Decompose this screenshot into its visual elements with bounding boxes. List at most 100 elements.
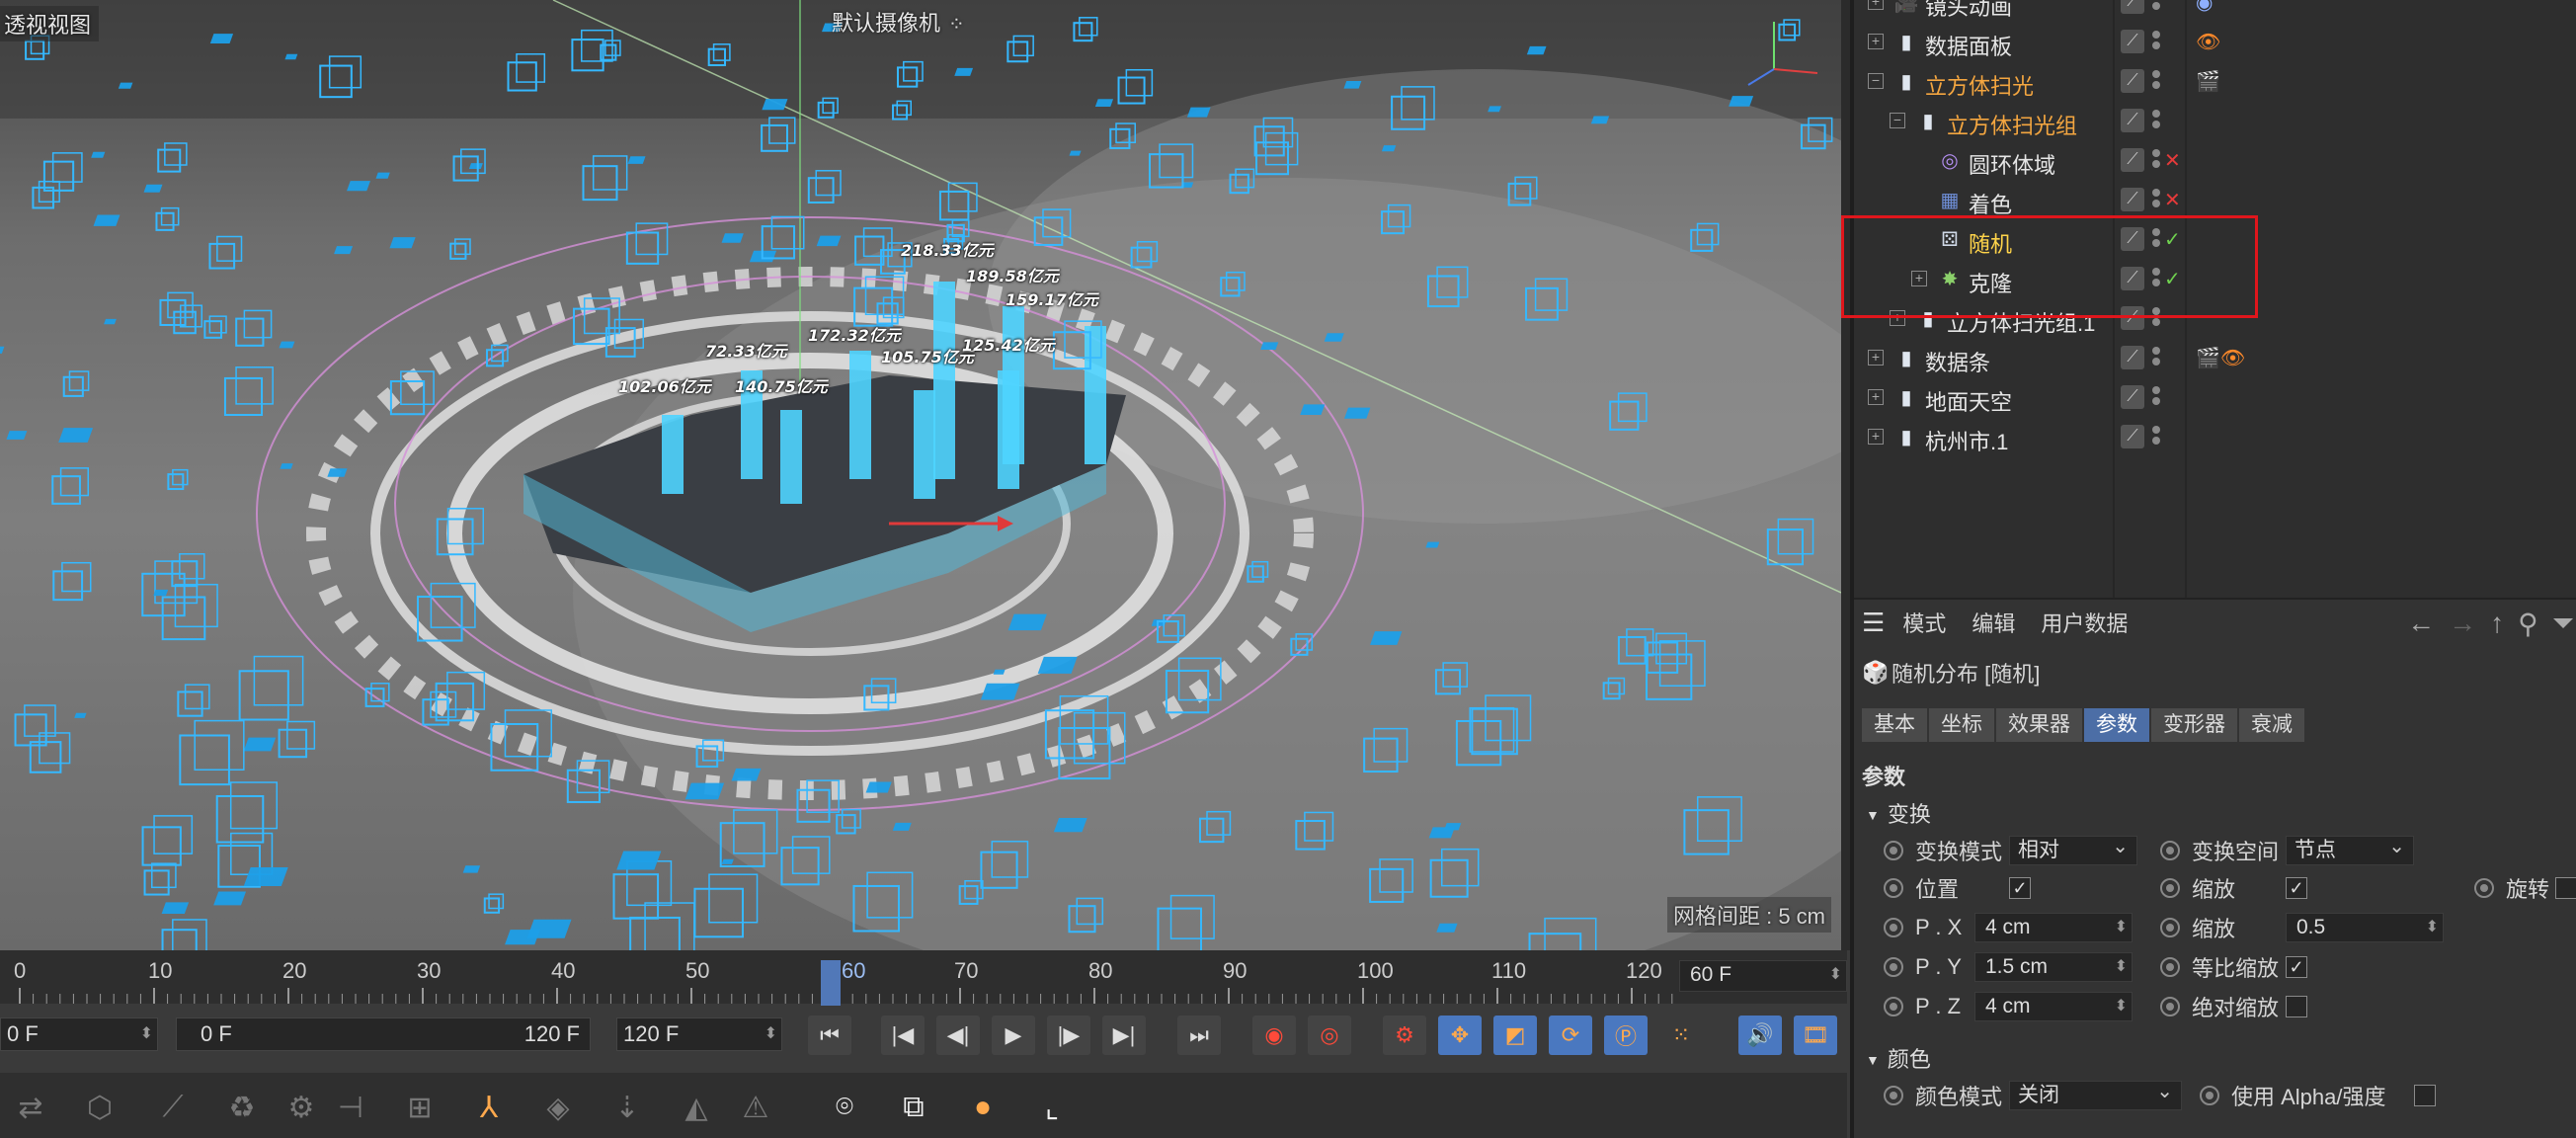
animate-radio-icon[interactable] [1884,918,1903,937]
tree-item-label[interactable]: 随机 [1969,227,2012,259]
camera-dots-icon[interactable]: ⁘ [948,12,965,37]
visibility-dots-icon[interactable] [2152,225,2162,253]
edit-toggle-icon[interactable]: ⟋ [2121,69,2144,93]
tree-row-4[interactable]: ◎ 圆环体域 ⟋ ✕ [1854,140,2576,180]
visibility-dots-icon[interactable] [2152,383,2162,411]
sound-icon[interactable]: 🔊 [1738,1016,1782,1055]
menu-mode[interactable]: 模式 [1902,607,1946,638]
play-icon[interactable]: ▶ [992,1016,1035,1055]
eye-icon[interactable]: 👁 [2196,29,2220,54]
triangles-icon[interactable]: ◭ [672,1083,721,1132]
next-frame-icon[interactable]: |▶ [1047,1016,1090,1055]
back-arrow-icon[interactable]: ← [2407,608,2435,640]
animate-radio-icon[interactable] [2200,1086,2219,1105]
animate-radio-icon[interactable] [2160,878,2180,898]
check-icon[interactable]: ✓ [2164,266,2181,291]
animate-radio-icon[interactable] [2160,841,2180,860]
parameter-key-icon[interactable]: Ⓟ [1604,1016,1648,1055]
gear-icon[interactable]: ⚙ [277,1083,326,1132]
transform-mode-select[interactable]: 相对 [2009,833,2137,865]
next-key-icon[interactable]: ▶| [1102,1016,1146,1055]
filter-icon[interactable]: ⏷ [2552,608,2574,640]
current-frame-field[interactable]: 60 F [1679,960,1847,992]
tree-row-3[interactable]: − ▮ 立方体扫光组 ⟋ [1854,101,2576,140]
animate-radio-icon[interactable] [1884,1086,1903,1105]
check-icon[interactable]: ✓ [2164,226,2181,252]
tree-row-1[interactable]: + ▮ 数据面板 ⟋ 👁 [1854,22,2576,61]
viewport-title[interactable]: 透视视图 [0,6,100,41]
visibility-dots-icon[interactable] [2152,28,2162,55]
knife-icon[interactable]: ⟋ [148,1083,198,1132]
animate-radio-icon[interactable] [2160,918,2180,937]
expand-toggle-icon[interactable]: + [1868,350,1884,366]
tab-falloff[interactable]: 衰减 [2239,708,2304,742]
expand-toggle-icon[interactable]: − [1868,73,1884,89]
uniform-scale-checkbox[interactable]: ✓ [2286,956,2307,978]
tree-item-label[interactable]: 杭州市.1 [1925,425,2008,456]
edit-toggle-icon[interactable]: ⟋ [2121,306,2144,330]
edit-toggle-icon[interactable]: ⟋ [2121,346,2144,369]
tab-coordinates[interactable]: 坐标 [1929,708,1994,742]
edit-toggle-icon[interactable]: ⟋ [2121,30,2144,53]
px-field[interactable]: 4 cm [1974,913,2133,942]
tree-row-8[interactable]: + ▮ 立方体扫光组.1 ⟋ [1854,298,2576,338]
tree-row-10[interactable]: + ▮ 地面天空 ⟋ [1854,377,2576,417]
tree-item-label[interactable]: 镜头动画 [1925,0,2012,22]
rotation-key-icon[interactable]: ⟳ [1549,1016,1592,1055]
tab-parameters[interactable]: 参数 [2084,708,2149,742]
visibility-dots-icon[interactable] [2152,67,2162,95]
record-keys-icon[interactable]: ◉ [1252,1016,1296,1055]
visibility-dots-icon[interactable] [2152,146,2162,174]
visibility-dots-icon[interactable] [2152,304,2162,332]
expand-toggle-icon[interactable]: + [1868,0,1884,10]
tree-item-label[interactable]: 立方体扫光组.1 [1947,306,2095,338]
tree-item-label[interactable]: 着色 [1969,188,2012,219]
align-left-icon[interactable]: ⊣ [326,1083,375,1132]
cross-icon[interactable]: ✕ [2164,187,2181,212]
tree-item-label[interactable]: 圆环体域 [1969,148,2055,180]
forward-arrow-icon[interactable]: → [2449,608,2476,640]
animate-radio-icon[interactable] [2160,957,2180,977]
go-to-start-icon[interactable]: ⏮ [808,1016,851,1055]
slide-icon[interactable]: ⇣ [603,1083,652,1132]
section-transform[interactable]: 变换 [1866,797,1931,829]
pz-field[interactable]: 4 cm [1974,992,2133,1021]
box-icon[interactable]: ◈ [533,1083,583,1132]
hamburger-menu-icon[interactable]: ☰ [1862,608,1885,638]
keyframe-selection-icon[interactable]: ⚙ [1383,1016,1426,1055]
tab-deformer[interactable]: 变形器 [2151,708,2237,742]
edit-toggle-icon[interactable]: ⟋ [2121,148,2144,172]
expand-toggle-icon[interactable]: + [1868,389,1884,405]
tree-item-label[interactable]: 数据面板 [1925,30,2012,61]
tree-row-2[interactable]: − ▮ 立方体扫光 ⟋ 🎬 [1854,61,2576,101]
clapper-eye-icon[interactable]: 🎬👁 [2196,345,2245,370]
autokey-icon[interactable]: ◎ [1308,1016,1351,1055]
animate-radio-icon[interactable] [1884,957,1903,977]
expand-toggle-icon[interactable]: + [1868,34,1884,49]
go-to-end-icon[interactable]: ⏭ [1177,1016,1221,1055]
camera-selector[interactable]: 默认摄像机 ⁘ [832,6,965,38]
animate-radio-icon[interactable] [2160,997,2180,1016]
scale-key-icon[interactable]: ◩ [1493,1016,1537,1055]
section-color[interactable]: 颜色 [1866,1042,1931,1074]
edit-toggle-icon[interactable]: ⟋ [2121,227,2144,251]
3d-viewport[interactable]: 透视视图 默认摄像机 ⁘ 网格间距 : 5 cm 218.33亿元 189.58亿元… [0,0,1841,950]
edit-toggle-icon[interactable]: ⟋ [2121,188,2144,211]
scale-checkbox[interactable]: ✓ [2286,877,2307,899]
edit-toggle-icon[interactable]: ⟋ [2121,425,2144,448]
expand-toggle-icon[interactable]: + [1868,429,1884,445]
visibility-dots-icon[interactable] [2152,0,2162,16]
frame-range-slider[interactable]: 0 F 120 F [176,1017,591,1051]
visibility-dots-icon[interactable] [2152,265,2162,292]
visibility-dots-icon[interactable] [2152,107,2162,134]
end-frame-field[interactable]: 120 F [616,1017,782,1051]
expand-toggle-icon[interactable]: − [1890,113,1905,128]
cross-icon[interactable]: ✕ [2164,147,2181,173]
tree-row-0[interactable]: + 🎥 镜头动画 ⟋ ◉ [1854,0,2576,22]
playhead[interactable] [821,960,841,1006]
position-key-icon[interactable]: ✥ [1438,1016,1482,1055]
clapper-icon[interactable]: 🎬 [2196,68,2220,94]
animate-radio-icon[interactable] [1884,841,1903,860]
tree-item-label[interactable]: 立方体扫光组 [1947,109,2077,140]
previous-key-icon[interactable]: |◀ [881,1016,925,1055]
